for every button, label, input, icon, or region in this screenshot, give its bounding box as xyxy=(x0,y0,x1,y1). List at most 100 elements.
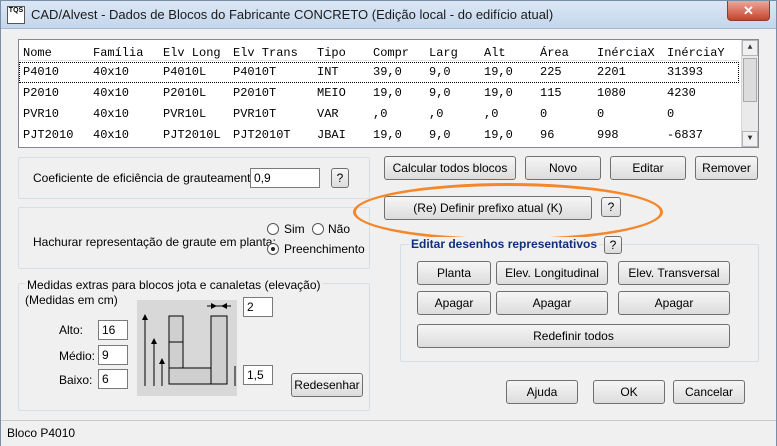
cell: P2010L xyxy=(163,86,207,100)
redraw-button[interactable]: Redesenhar xyxy=(291,373,363,397)
window-title: CAD/Alvest - Dados de Blocos do Fabrican… xyxy=(31,7,554,22)
calc-all-button[interactable]: Calcular todos blocos xyxy=(384,156,516,180)
elev-trans-button[interactable]: Elev. Transversal xyxy=(618,261,730,285)
medio-label: Médio: xyxy=(59,349,96,363)
baixo-input[interactable]: 6 xyxy=(98,369,128,389)
cell: 40x10 xyxy=(93,65,130,79)
cell: INT xyxy=(317,65,339,79)
cell: 998 xyxy=(597,128,619,142)
baixo-label: Baixo: xyxy=(59,373,93,387)
scroll-thumb[interactable] xyxy=(743,58,757,102)
cell: 40x10 xyxy=(93,107,130,121)
cell: P4010T xyxy=(233,65,277,79)
new-button[interactable]: Novo xyxy=(525,156,601,180)
radio-nao-label: Não xyxy=(328,222,351,236)
efficiency-label: Coeficiente de eficiência de grauteament… xyxy=(33,171,261,185)
cell: P2010 xyxy=(23,86,60,100)
elev-long-button[interactable]: Elev. Longitudinal xyxy=(496,261,608,285)
radio-preenchimento[interactable] xyxy=(267,243,279,255)
cell: 19,0 xyxy=(484,65,513,79)
table-row[interactable]: PJT2010 40x10 PJT2010L PJT2010T JBAI 19,… xyxy=(19,125,739,146)
hatch-label: Hachurar representação de graute em plan… xyxy=(33,235,276,249)
col-header[interactable]: Família xyxy=(93,46,143,60)
extras-legend: Medidas extras para blocos jota e canale… xyxy=(25,278,323,292)
cancel-button[interactable]: Cancelar xyxy=(673,380,745,404)
extras-units: (Medidas em cm) xyxy=(25,293,118,307)
cell: 115 xyxy=(540,86,562,100)
planta-button[interactable]: Planta xyxy=(417,261,491,285)
block-profile-diagram xyxy=(137,300,237,396)
cell: JBAI xyxy=(317,128,346,142)
cell: PJT2010 xyxy=(23,128,74,142)
col-header[interactable]: InérciaY xyxy=(667,46,725,60)
radio-sim[interactable] xyxy=(267,223,279,235)
cell: PVR10T xyxy=(233,107,277,121)
table-row[interactable]: P4010 40x10 P4010L P4010T INT 39,0 9,0 1… xyxy=(19,62,739,83)
planta-delete-button[interactable]: Apagar xyxy=(417,291,491,315)
col-header[interactable]: Elv Trans xyxy=(233,46,298,60)
table-scrollbar[interactable]: ▲ ▼ xyxy=(741,40,758,147)
col-header[interactable]: Larg xyxy=(429,46,458,60)
dialog-window: TQS CAD/Alvest - Dados de Blocos do Fabr… xyxy=(0,0,777,446)
scroll-down-icon[interactable]: ▼ xyxy=(742,131,758,147)
close-button[interactable]: ✕ xyxy=(727,1,770,21)
cell: 39,0 xyxy=(373,65,402,79)
table-row[interactable]: PVR10 40x10 PVR10L PVR10T VAR ,0 ,0 ,0 0… xyxy=(19,104,739,125)
cell: 4230 xyxy=(667,86,696,100)
col-header[interactable]: Compr xyxy=(373,46,409,60)
cell: 19,0 xyxy=(484,128,513,142)
cell: PVR10 xyxy=(23,107,60,121)
cell: P2010T xyxy=(233,86,277,100)
col-header[interactable]: Alt xyxy=(484,46,506,60)
cell: 40x10 xyxy=(93,128,130,142)
cell: 0 xyxy=(667,107,675,121)
cell: 225 xyxy=(540,65,562,79)
efficiency-help-button[interactable]: ? xyxy=(331,168,349,188)
radio-sim-label: Sim xyxy=(284,222,305,236)
radio-preenchimento-label: Preenchimento xyxy=(284,242,365,256)
alto-input[interactable]: 16 xyxy=(98,320,128,340)
cell: 96 xyxy=(540,128,555,142)
col-header[interactable]: Área xyxy=(540,46,569,60)
cell: MEIO xyxy=(317,86,346,100)
cell: -6837 xyxy=(667,128,704,142)
cell: PJT2010T xyxy=(233,128,291,142)
bottom-measure-input[interactable]: 1,5 xyxy=(243,365,273,385)
col-header[interactable]: InérciaX xyxy=(597,46,655,60)
status-text: Bloco P4010 xyxy=(7,426,76,440)
col-header[interactable]: Nome xyxy=(23,46,52,60)
blocks-table[interactable]: Nome Família Elv Long Elv Trans Tipo Com… xyxy=(18,39,759,148)
highlight-annotation xyxy=(353,183,663,241)
redefine-all-button[interactable]: Redefinir todos xyxy=(417,324,730,348)
medio-input[interactable]: 9 xyxy=(98,345,128,365)
elev-trans-delete-button[interactable]: Apagar xyxy=(618,291,730,315)
hatch-panel: Hachurar representação de graute em plan… xyxy=(18,207,370,269)
elev-long-delete-button[interactable]: Apagar xyxy=(496,291,608,315)
edit-button[interactable]: Editar xyxy=(610,156,686,180)
title-bar[interactable]: TQS CAD/Alvest - Dados de Blocos do Fabr… xyxy=(1,1,776,29)
cell: 0 xyxy=(597,107,605,121)
ok-button[interactable]: OK xyxy=(593,380,665,404)
scroll-up-icon[interactable]: ▲ xyxy=(742,40,758,56)
efficiency-input[interactable]: 0,9 xyxy=(250,168,320,188)
table-header: Nome Família Elv Long Elv Trans Tipo Com… xyxy=(19,43,739,61)
alto-label: Alto: xyxy=(59,323,84,337)
col-header[interactable]: Elv Long xyxy=(163,46,221,60)
cell: 19,0 xyxy=(373,86,402,100)
cell: ,0 xyxy=(484,107,499,121)
extras-panel: Medidas extras para blocos jota e canale… xyxy=(18,278,370,411)
table-row[interactable]: P2010 40x10 P2010L P2010T MEIO 19,0 9,0 … xyxy=(19,83,739,104)
top-measure-input[interactable]: 2 xyxy=(243,297,273,317)
remove-button[interactable]: Remover xyxy=(695,156,758,180)
cell: P4010 xyxy=(23,65,60,79)
cell: 9,0 xyxy=(429,128,451,142)
help-button[interactable]: Ajuda xyxy=(506,380,578,404)
cell: PVR10L xyxy=(163,107,207,121)
radio-nao[interactable] xyxy=(312,223,324,235)
drawings-legend: Editar desenhos representativos xyxy=(409,237,600,251)
cell: 2201 xyxy=(597,65,626,79)
col-header[interactable]: Tipo xyxy=(317,46,346,60)
cell: 40x10 xyxy=(93,86,130,100)
drawings-help-button[interactable]: ? xyxy=(604,236,622,254)
status-bar: Bloco P4010 xyxy=(1,420,776,446)
